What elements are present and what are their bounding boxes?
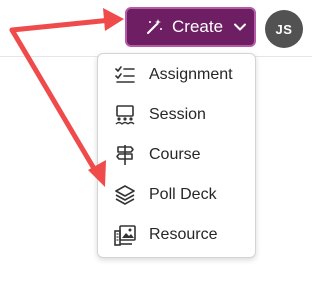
menu-item-course[interactable]: Course <box>98 135 255 175</box>
menu-item-session[interactable]: Session <box>98 95 255 135</box>
session-icon <box>115 105 135 125</box>
create-button-label: Create <box>172 17 224 36</box>
menu-item-label: Assignment <box>149 66 233 83</box>
chevron-down-icon <box>234 23 247 31</box>
checklist-icon <box>115 66 135 83</box>
menu-item-resource[interactable]: Resource <box>98 215 255 255</box>
layers-icon <box>115 185 135 205</box>
menu-item-poll-deck[interactable]: Poll Deck <box>98 175 255 215</box>
signpost-icon <box>116 145 134 165</box>
menu-item-assignment[interactable]: Assignment <box>98 55 255 95</box>
create-dropdown-menu: Assignment Session Course Poll Deck Reso… <box>97 53 256 258</box>
menu-item-label: Poll Deck <box>149 186 217 203</box>
avatar[interactable]: JS <box>265 10 303 48</box>
resource-icon <box>114 225 136 246</box>
avatar-initials: JS <box>275 21 293 37</box>
menu-item-label: Session <box>149 106 206 123</box>
menu-item-label: Resource <box>149 226 218 243</box>
menu-item-label: Course <box>149 146 201 163</box>
magic-wand-icon <box>147 19 162 34</box>
create-button[interactable]: Create <box>125 7 256 47</box>
